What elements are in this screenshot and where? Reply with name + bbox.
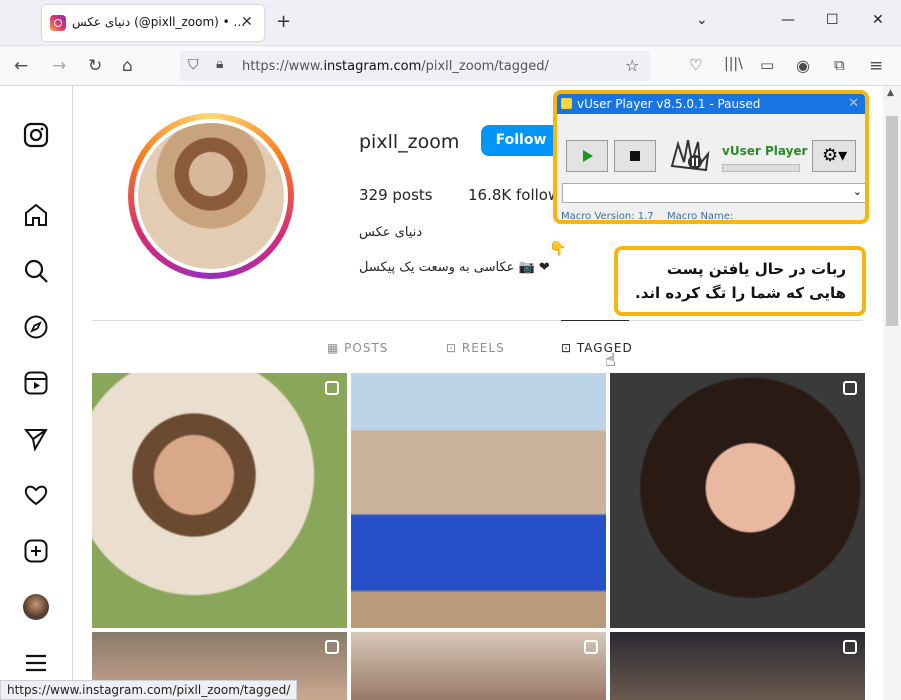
more-menu-icon[interactable] [23, 650, 49, 676]
vuser-brand: vUser Player [722, 144, 808, 158]
maximize-icon[interactable]: ☐ [826, 12, 839, 28]
profile-username: pixll_zoom [359, 131, 460, 153]
profile-bio: عکاسی به وسعت یک پیکسل 📷 ❤ [359, 260, 550, 275]
home-icon[interactable]: ⌂ [122, 56, 133, 76]
tab-reels[interactable]: ⊡ REELS [446, 341, 505, 355]
messages-send-icon[interactable] [23, 426, 49, 452]
profile-full-name: دنیای عکس [359, 225, 423, 240]
bookmark-star-icon[interactable]: ☆ [625, 56, 639, 75]
lock-icon[interactable]: 🔒︎ [216, 56, 223, 72]
gear-icon: ⚙▾ [822, 145, 848, 166]
followers-count[interactable]: 16.8K follow [468, 186, 560, 204]
close-tab-icon[interactable]: ✕ [241, 14, 253, 30]
new-tab-icon[interactable]: + [276, 11, 291, 32]
extensions-icon[interactable]: ⧉ [834, 56, 845, 74]
address-bar[interactable]: ⛉ 🔒︎ https://www.instagram.com/pixll_zoo… [180, 51, 650, 81]
instagram-sidebar [0, 86, 73, 700]
tab-posts-label: POSTS [344, 341, 389, 355]
stop-icon [630, 151, 640, 161]
vuser-close-icon[interactable]: ✕ [848, 94, 859, 114]
tab-list-chevron-icon[interactable]: ⌄ [696, 12, 708, 28]
posts-count: 329 posts [359, 186, 433, 204]
shield-icon[interactable]: ⛉ [188, 57, 199, 73]
url-path: /pixll_zoom/tagged/ [421, 59, 549, 74]
vuser-macro-version: Macro Version: 1.7 [561, 211, 654, 222]
reload-icon[interactable]: ↻ [88, 56, 102, 76]
tagged-post-1[interactable] [92, 373, 347, 628]
url-domain: instagram.com [323, 59, 422, 74]
profile-picture[interactable] [128, 113, 294, 279]
carousel-icon [843, 640, 857, 654]
carousel-icon [584, 640, 598, 654]
follow-button[interactable]: Follow [481, 125, 561, 156]
chevron-down-icon: ⌄ [852, 185, 862, 198]
tagged-post-2[interactable] [351, 373, 606, 628]
vuser-settings-button[interactable]: ⚙▾ [812, 140, 856, 172]
tag-icon: ⊡ [561, 341, 573, 355]
create-plus-icon[interactable] [23, 538, 49, 564]
pocket-icon[interactable]: ♡ [689, 56, 702, 74]
active-tab-indicator [561, 320, 629, 321]
tab-strip: دنیای عکس (@pixll_zoom) • ... ✕ + ⌄ — ☐ … [0, 0, 901, 46]
carousel-icon [325, 381, 339, 395]
vuser-app-icon [561, 98, 572, 109]
grid-icon: ▦ [327, 341, 340, 355]
explore-compass-icon[interactable] [23, 314, 49, 340]
vuser-progress-bar [722, 164, 800, 172]
scrollbar-thumb[interactable] [886, 116, 898, 326]
home-icon[interactable] [23, 202, 49, 228]
close-window-icon[interactable]: ✕ [872, 12, 884, 28]
callout-line-1: ربات در حال یافتن پست [666, 260, 846, 278]
search-icon[interactable] [23, 258, 49, 284]
vuser-player-window: vUser Player v8.5.0.1 - Paused ✕ vUser P… [553, 90, 869, 224]
url-prefix: https://www. [242, 59, 324, 74]
carousel-icon [325, 640, 339, 654]
vuser-titlebar: vUser Player v8.5.0.1 - Paused ✕ [557, 94, 865, 114]
tab-title: دنیای عکس (@pixll_zoom) • ... [72, 15, 245, 29]
carousel-icon [843, 381, 857, 395]
library-icon[interactable]: |||\ [724, 56, 743, 72]
minimize-icon[interactable]: — [781, 12, 795, 28]
tab-posts[interactable]: ▦ POSTS [327, 341, 388, 355]
menu-icon[interactable]: ≡ [869, 56, 883, 76]
pointing-hand-emoji-icon: 👇 [549, 241, 567, 257]
vuser-macro-dropdown[interactable]: ⌄ [562, 183, 865, 203]
forward-icon[interactable]: → [52, 56, 66, 76]
navigation-toolbar: ← → ↻ ⌂ ⛉ 🔒︎ https://www.instagram.com/p… [0, 46, 901, 86]
link-status-bar: https://www.instagram.com/pixll_zoom/tag… [0, 680, 298, 700]
vuser-play-button[interactable] [566, 140, 608, 172]
tagged-post-3[interactable] [610, 373, 865, 628]
profile-avatar[interactable] [23, 594, 49, 620]
account-icon[interactable]: ◉ [796, 56, 810, 75]
instagram-favicon-icon [50, 15, 66, 31]
play-icon [583, 150, 593, 162]
hand-cursor-icon: ☝ [605, 350, 616, 371]
tagged-post-5[interactable] [351, 632, 606, 700]
sidebar-toggle-icon[interactable]: ▭ [760, 56, 774, 74]
tab-reels-label: REELS [461, 341, 505, 355]
notifications-heart-icon[interactable] [23, 482, 49, 508]
reels-icon[interactable] [23, 370, 49, 396]
vuser-robot-hand-pause-icon [670, 139, 710, 172]
tab-tagged[interactable]: ⊡ TAGGED [561, 341, 633, 355]
vuser-macro-name: Macro Name: [667, 211, 734, 222]
browser-tab[interactable]: دنیای عکس (@pixll_zoom) • ... ✕ [42, 5, 264, 41]
tagged-post-6[interactable] [610, 632, 865, 700]
page-scrollbar[interactable]: ▲ [883, 86, 901, 700]
back-icon[interactable]: ← [14, 56, 28, 76]
reels-icon: ⊡ [446, 341, 458, 355]
bot-status-callout: ربات در حال یافتن پست هایی که شما را تگ … [614, 246, 866, 316]
vuser-stop-button[interactable] [614, 140, 656, 172]
scroll-up-icon[interactable]: ▲ [887, 88, 894, 98]
instagram-logo-icon[interactable] [23, 122, 49, 148]
callout-line-2: هایی که شما را تگ کرده اند. [635, 284, 846, 302]
vuser-title: vUser Player v8.5.0.1 - Paused [577, 97, 761, 111]
tab-divider [92, 320, 863, 321]
